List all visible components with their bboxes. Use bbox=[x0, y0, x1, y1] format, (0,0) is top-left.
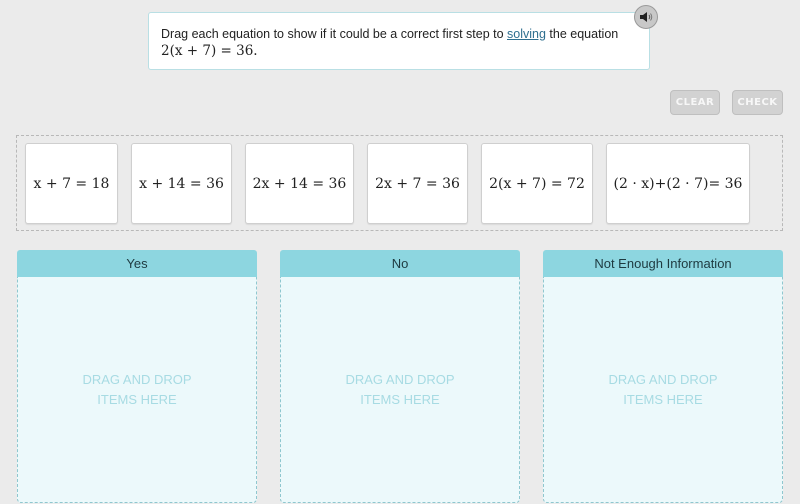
drop-zone[interactable]: DRAG AND DROP ITEMS HERE bbox=[543, 277, 783, 503]
question-prompt: Drag each equation to show if it could b… bbox=[148, 12, 650, 70]
bin-header: No bbox=[280, 250, 520, 277]
audio-button[interactable] bbox=[634, 5, 658, 29]
clear-button[interactable]: CLEAR bbox=[670, 90, 720, 115]
bin-header: Not Enough Information bbox=[543, 250, 783, 277]
equation-tile[interactable]: 2x + 7 = 36 bbox=[367, 143, 468, 224]
equation-tile[interactable]: x + 14 = 36 bbox=[131, 143, 232, 224]
bin-not-enough-information[interactable]: Not Enough Information DRAG AND DROP ITE… bbox=[543, 250, 783, 503]
equation-tile[interactable]: x + 7 = 18 bbox=[25, 143, 118, 224]
check-button[interactable]: CHECK bbox=[732, 90, 783, 115]
drop-hint: DRAG AND DROP ITEMS HERE bbox=[345, 371, 455, 407]
equation-tile[interactable]: 2x + 14 = 36 bbox=[245, 143, 354, 224]
equation-tile[interactable]: (2 · x)+(2 · 7)= 36 bbox=[606, 143, 750, 224]
prompt-text: Drag each equation to show if it could b… bbox=[161, 27, 508, 41]
bin-header: Yes bbox=[17, 250, 257, 277]
equation-tile[interactable]: 2(x + 7) = 72 bbox=[481, 143, 593, 224]
prompt-text-after: the equation bbox=[545, 27, 619, 41]
bin-no[interactable]: No DRAG AND DROP ITEMS HERE bbox=[280, 250, 520, 503]
bin-yes[interactable]: Yes DRAG AND DROP ITEMS HERE bbox=[17, 250, 257, 503]
prompt-equation: 2(x + 7) = 36. bbox=[161, 43, 258, 59]
drop-hint: DRAG AND DROP ITEMS HERE bbox=[608, 371, 718, 407]
speaker-icon bbox=[640, 12, 653, 22]
drop-hint: DRAG AND DROP ITEMS HERE bbox=[82, 371, 192, 407]
solving-link[interactable]: solving bbox=[507, 27, 546, 41]
drop-zone[interactable]: DRAG AND DROP ITEMS HERE bbox=[280, 277, 520, 503]
tile-source-area: x + 7 = 18 x + 14 = 36 2x + 14 = 36 2x +… bbox=[16, 135, 783, 231]
drop-zone[interactable]: DRAG AND DROP ITEMS HERE bbox=[17, 277, 257, 503]
